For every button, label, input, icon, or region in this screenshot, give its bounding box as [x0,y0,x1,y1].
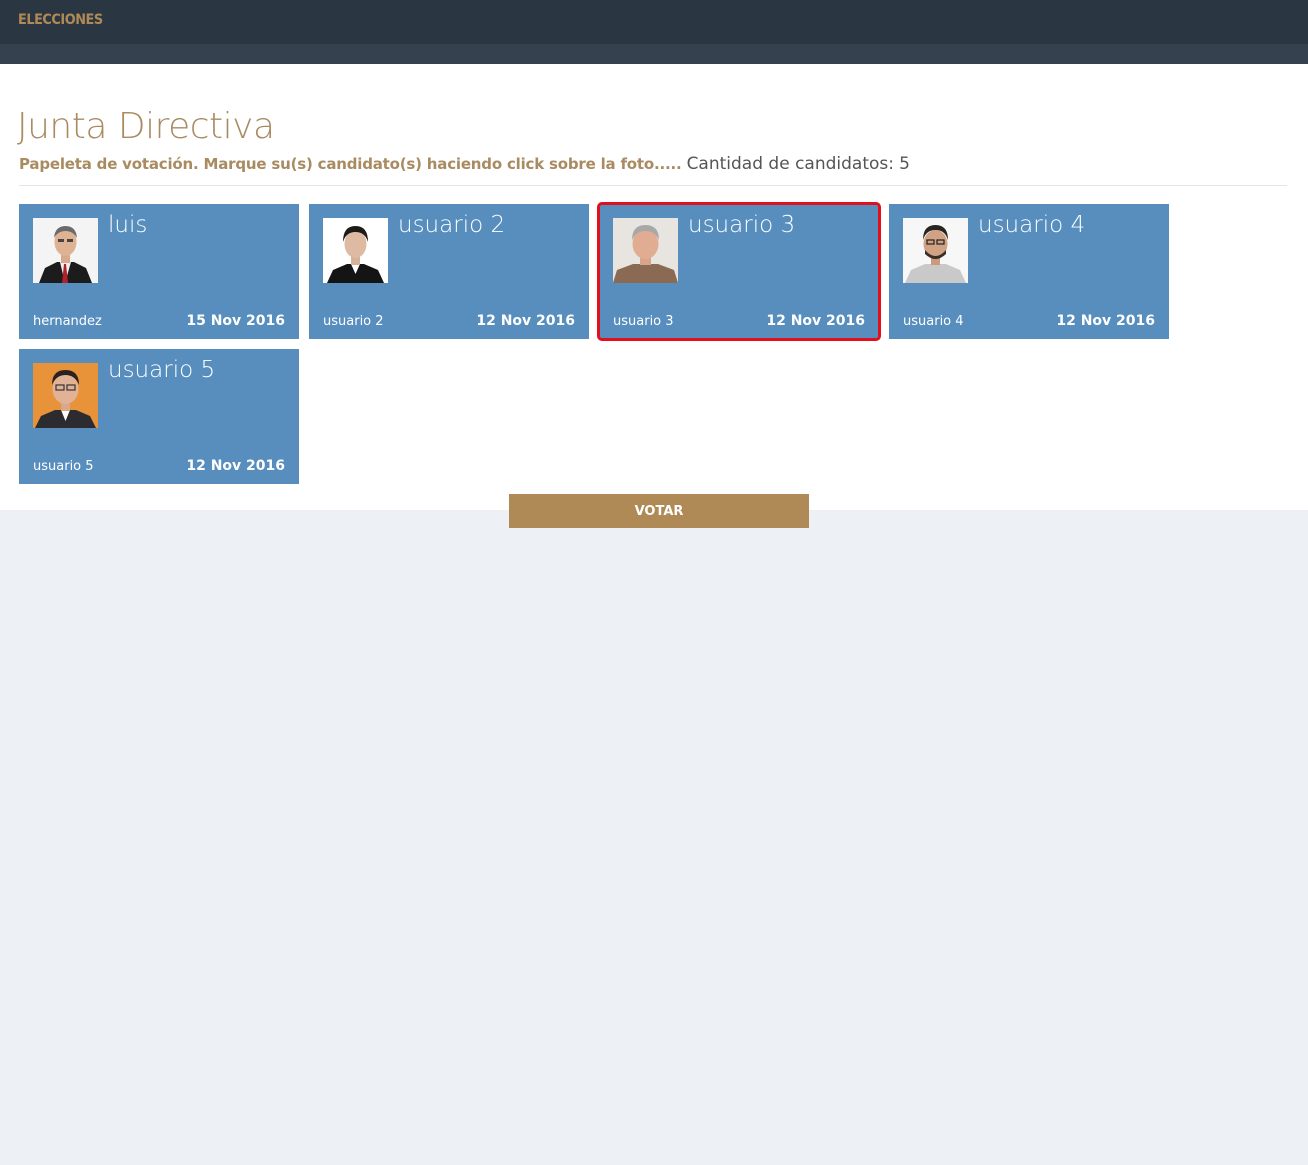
page-content: Junta Directiva Papeleta de votación. Ma… [0,64,1308,510]
candidate-name: usuario 2 [398,212,506,238]
person-photo-icon [33,218,98,283]
candidate-subtitle: usuario 2 [323,314,384,329]
candidate-photo[interactable] [33,363,98,428]
candidate-subtitle: usuario 4 [903,314,964,329]
candidate-photo[interactable] [613,218,678,283]
candidate-count-label: Cantidad de candidatos: [686,154,894,174]
ballot-instructions: Papeleta de votación. Marque su(s) candi… [19,154,910,174]
candidate-card-4[interactable]: usuario 4 usuario 4 12 Nov 2016 [889,204,1169,339]
person-photo-icon [903,218,968,283]
candidate-subtitle: usuario 3 [613,314,674,329]
top-navbar: ELECCIONES [0,0,1308,44]
candidate-card-1[interactable]: luis hernandez 15 Nov 2016 [19,204,299,339]
candidate-name: usuario 4 [978,212,1086,238]
candidate-photo[interactable] [903,218,968,283]
instruction-text: Papeleta de votación. Marque su(s) candi… [19,155,682,173]
candidate-date: 12 Nov 2016 [1056,313,1155,329]
person-photo-icon [613,218,678,283]
candidate-date: 12 Nov 2016 [476,313,575,329]
person-photo-icon [33,363,98,428]
brand-logo[interactable]: ELECCIONES [18,12,103,28]
candidate-photo[interactable] [33,218,98,283]
candidate-name: usuario 5 [108,357,216,383]
candidate-card-5[interactable]: usuario 5 usuario 5 12 Nov 2016 [19,349,299,484]
candidate-date: 12 Nov 2016 [766,313,865,329]
candidate-card-3[interactable]: usuario 3 usuario 3 12 Nov 2016 [597,202,881,341]
candidate-name: luis [108,212,148,238]
candidate-subtitle: hernandez [33,314,102,329]
candidate-date: 12 Nov 2016 [186,458,285,474]
divider [19,185,1287,186]
candidate-count-value: 5 [899,154,910,174]
page-title: Junta Directiva [17,106,275,147]
sub-navbar [0,44,1308,64]
candidate-date: 15 Nov 2016 [186,313,285,329]
person-photo-icon [323,218,388,283]
vote-button[interactable]: VOTAR [509,494,809,528]
candidate-photo[interactable] [323,218,388,283]
candidate-name: usuario 3 [688,212,796,238]
candidate-subtitle: usuario 5 [33,459,94,474]
candidate-card-2[interactable]: usuario 2 usuario 2 12 Nov 2016 [309,204,589,339]
